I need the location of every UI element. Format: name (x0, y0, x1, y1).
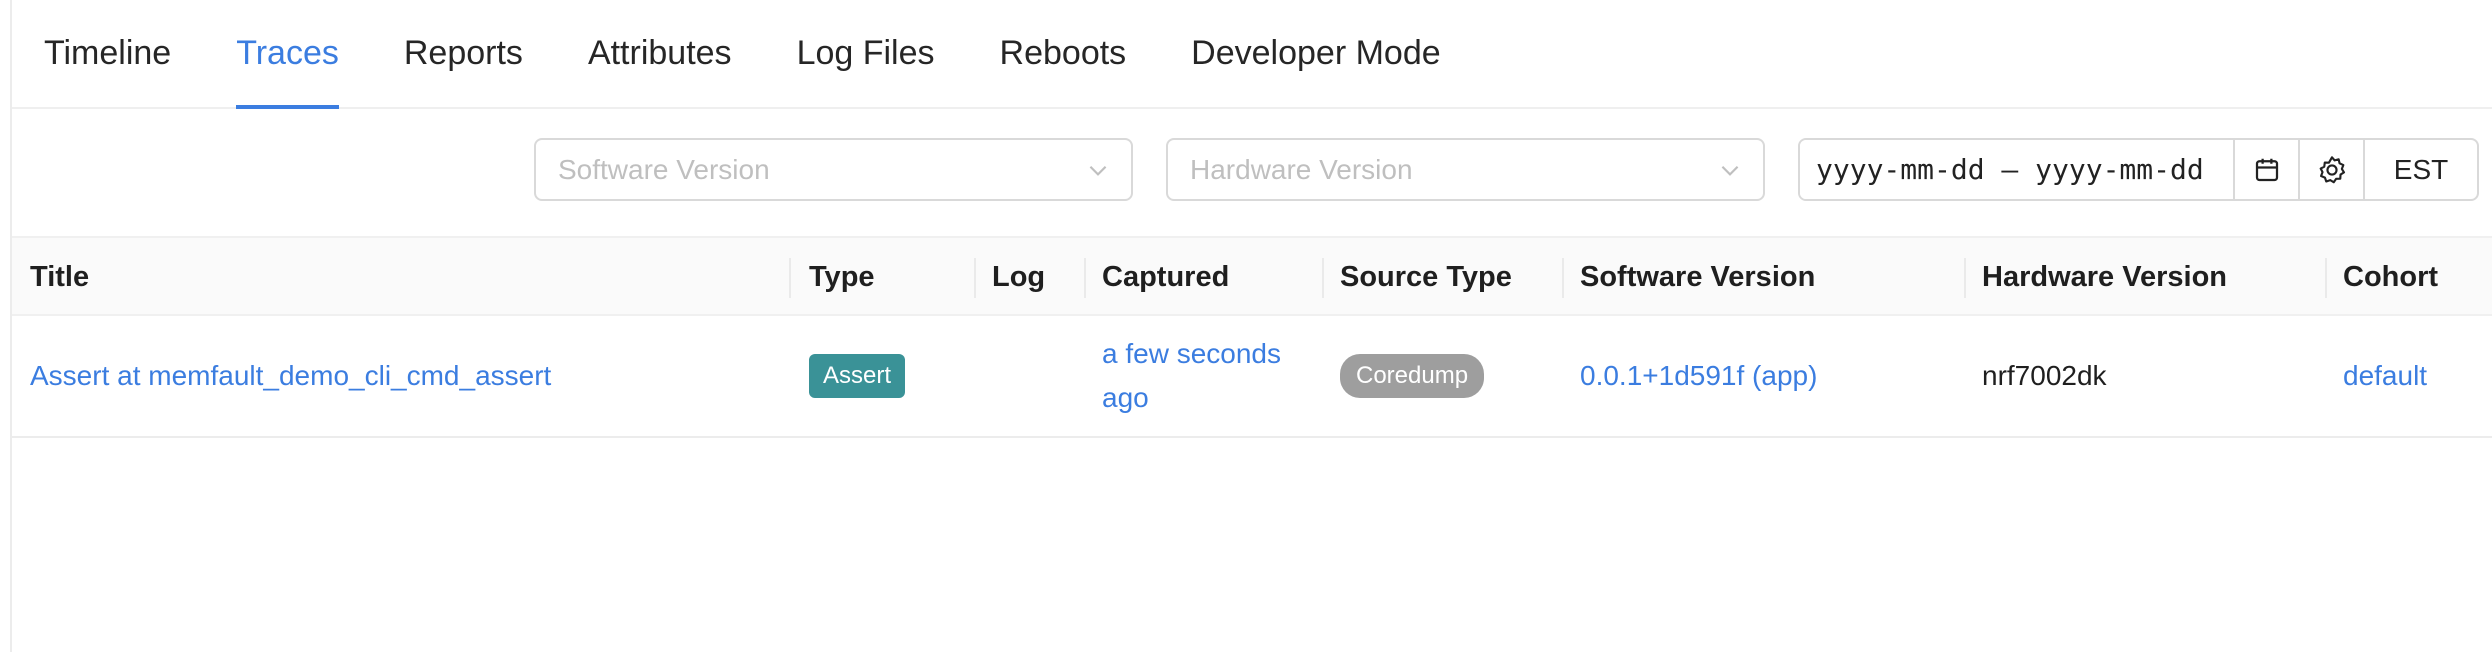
captured-link[interactable]: a few seconds ago (1102, 332, 1312, 420)
column-divider (974, 258, 976, 298)
source-type-cell: Coredump (1340, 316, 1485, 436)
captured-cell: a few seconds ago (1102, 316, 1312, 436)
software-version-select[interactable]: Software Version (534, 138, 1133, 201)
tab-reboots[interactable]: Reboots (1000, 0, 1127, 109)
table-row: Assert at memfault_demo_cli_cmd_assert A… (12, 316, 2492, 438)
traces-page: Timeline Traces Reports Attributes Log F… (10, 0, 2492, 652)
hardware-version-cell: nrf7002dk (1982, 360, 2107, 391)
software-version-placeholder: Software Version (558, 153, 770, 185)
calendar-icon (2255, 158, 2278, 181)
column-header-source-type[interactable]: Source Type (1340, 238, 1512, 316)
hardware-version-select[interactable]: Hardware Version (1166, 138, 1765, 201)
column-header-type[interactable]: Type (809, 238, 875, 316)
tab-developer-mode[interactable]: Developer Mode (1191, 0, 1440, 109)
traces-table: Title Type Log Captured Source Type Soft… (12, 236, 2492, 438)
column-header-title[interactable]: Title (30, 238, 89, 316)
tab-attributes[interactable]: Attributes (588, 0, 732, 109)
table-header: Title Type Log Captured Source Type Soft… (12, 236, 2492, 316)
tab-traces[interactable]: Traces (236, 0, 339, 109)
software-version-link[interactable]: 0.0.1+1d591f (app) (1580, 316, 1817, 436)
gear-icon (2319, 155, 2345, 183)
tab-bar: Timeline Traces Reports Attributes Log F… (12, 0, 2492, 109)
chevron-down-icon (1089, 165, 1107, 176)
settings-button[interactable] (2300, 140, 2365, 199)
tab-timeline[interactable]: Timeline (44, 0, 171, 109)
date-range-input[interactable] (1800, 140, 2235, 199)
filter-bar: Software Version Hardware Version yyyy-m… (12, 109, 2492, 236)
column-divider (1322, 258, 1324, 298)
column-header-hardware-version[interactable]: Hardware Version (1982, 238, 2227, 316)
type-badge: Assert (809, 354, 906, 398)
chevron-down-icon (1721, 165, 1739, 176)
tab-reports[interactable]: Reports (404, 0, 523, 109)
column-header-cohort[interactable]: Cohort (2343, 238, 2438, 316)
column-header-log[interactable]: Log (992, 238, 1045, 316)
column-divider (1964, 258, 1966, 298)
timezone-button[interactable]: EST (2365, 140, 2477, 199)
trace-title-link[interactable]: Assert at memfault_demo_cli_cmd_assert (30, 316, 551, 436)
column-divider (1562, 258, 1564, 298)
column-divider (2325, 258, 2327, 298)
column-divider (1084, 258, 1086, 298)
calendar-button[interactable] (2235, 140, 2300, 199)
column-divider (789, 258, 791, 298)
column-header-software-version[interactable]: Software Version (1580, 238, 1815, 316)
column-header-captured[interactable]: Captured (1102, 238, 1229, 316)
hardware-version-placeholder: Hardware Version (1190, 153, 1413, 185)
cohort-link[interactable]: default (2343, 316, 2427, 436)
source-type-badge: Coredump (1340, 354, 1485, 398)
date-range-group: EST (1798, 138, 2479, 201)
type-cell: Assert (809, 316, 906, 436)
tab-log-files[interactable]: Log Files (797, 0, 935, 109)
